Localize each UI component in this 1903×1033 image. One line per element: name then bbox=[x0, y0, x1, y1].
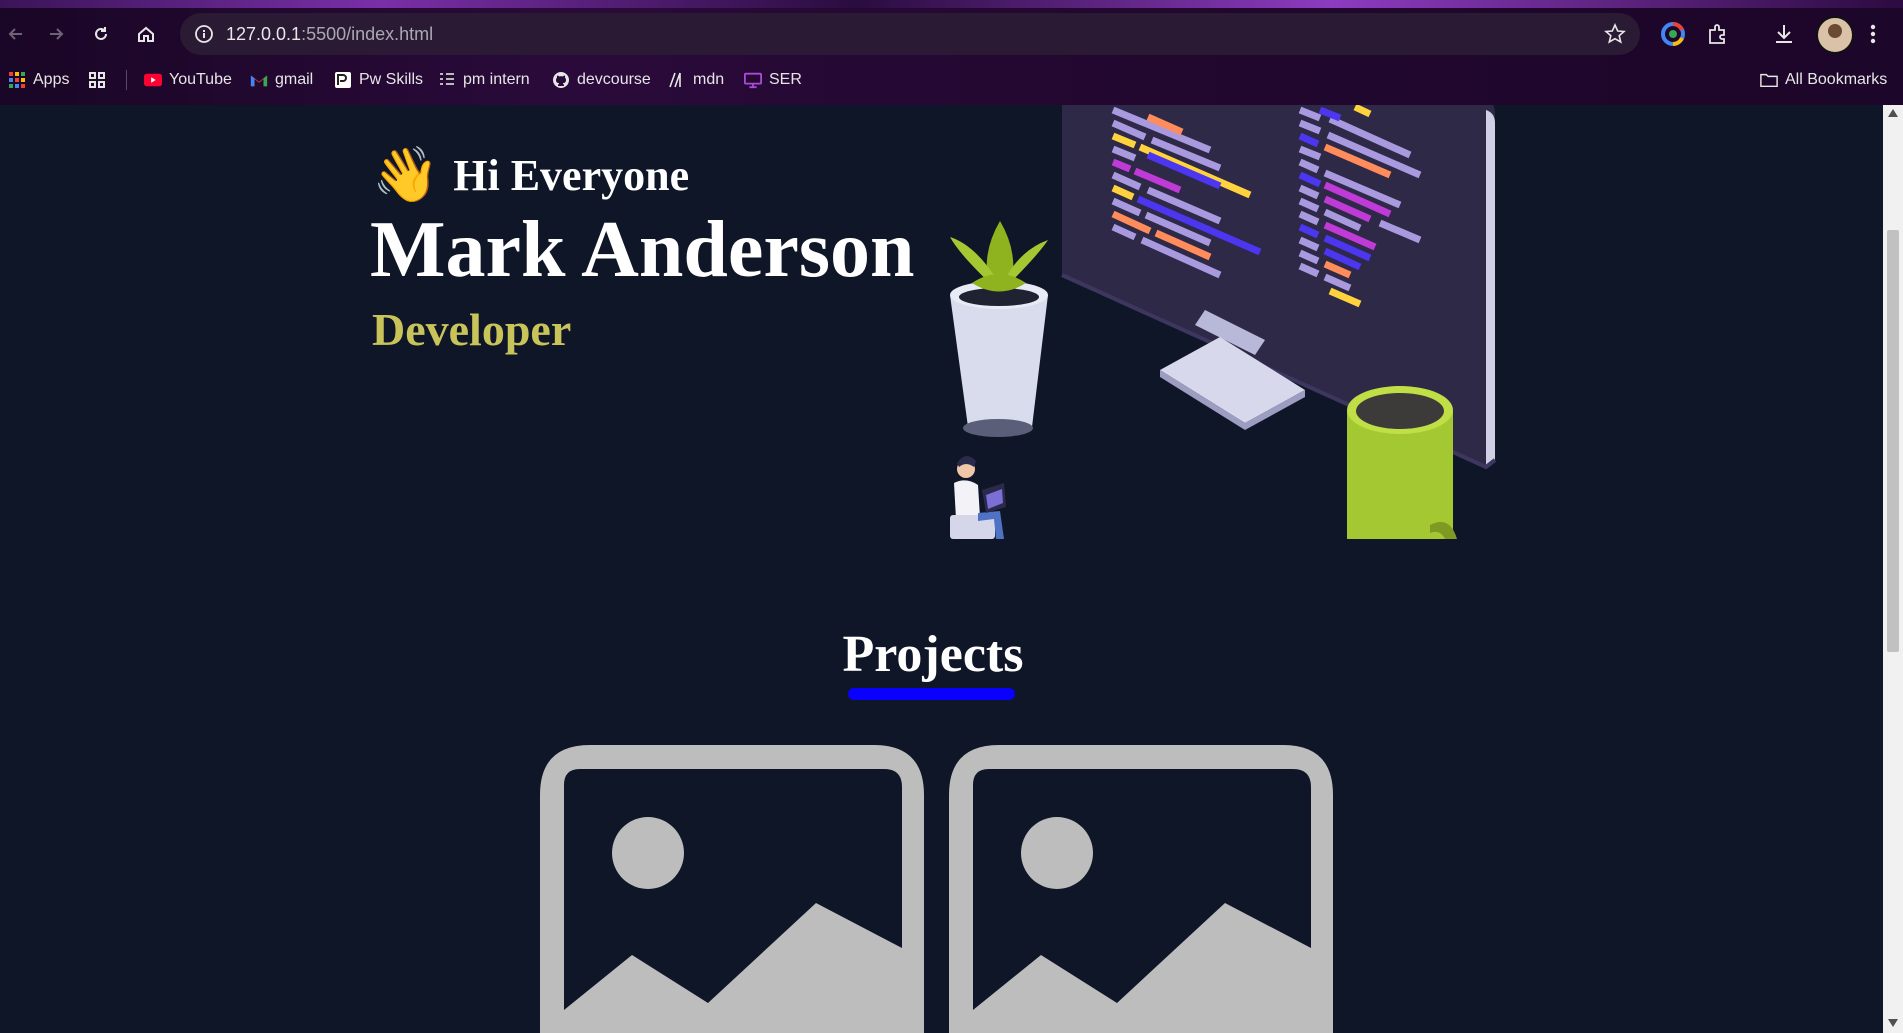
forward-arrow-icon bbox=[50, 28, 64, 40]
developer-illustration bbox=[950, 105, 1497, 539]
image-placeholder-icon bbox=[949, 745, 1333, 1033]
profile-avatar[interactable] bbox=[1816, 16, 1854, 54]
extensions-icon[interactable] bbox=[1706, 22, 1730, 46]
forward-button[interactable] bbox=[40, 18, 72, 50]
projects-heading: Projects bbox=[842, 626, 1024, 683]
reload-button[interactable] bbox=[85, 18, 117, 50]
browser-chrome: 127.0.0.1:5500/index.html Apps YouTube g… bbox=[0, 0, 1903, 105]
bookmark-label: Pw Skills bbox=[359, 71, 424, 88]
download-icon[interactable] bbox=[1772, 22, 1796, 46]
project-card-2[interactable] bbox=[949, 745, 1333, 1033]
reload-icon bbox=[95, 27, 107, 40]
bookmark-ser[interactable]: SER bbox=[744, 62, 802, 98]
bookmarks-divider bbox=[126, 70, 127, 90]
page-scrollbar[interactable] bbox=[1883, 105, 1903, 1033]
home-icon bbox=[138, 26, 154, 42]
greeting-text: Hi Everyone bbox=[453, 150, 690, 200]
tab-strip bbox=[0, 0, 1903, 8]
hero-greeting: 👋 Hi Everyone bbox=[372, 143, 690, 206]
coffee-mug-illustration bbox=[1347, 386, 1457, 539]
bookmark-label: mdn bbox=[693, 71, 725, 88]
bookmarks-bar: Apps YouTube gmail Pw Skills pm intern d… bbox=[0, 62, 1903, 98]
person-illustration bbox=[950, 455, 1006, 539]
url-text[interactable]: 127.0.0.1:5500/index.html bbox=[226, 13, 433, 55]
hero-name: Mark Anderson bbox=[370, 206, 915, 294]
back-button[interactable] bbox=[0, 18, 32, 50]
bookmark-pm-intern[interactable]: pm intern bbox=[438, 62, 530, 98]
bookmark-label: Apps bbox=[33, 71, 70, 88]
pm-intern-icon bbox=[440, 73, 454, 85]
bookmark-mdn[interactable]: mdn bbox=[668, 62, 724, 98]
folder-icon bbox=[1760, 73, 1778, 88]
project-card-1[interactable] bbox=[540, 745, 924, 1033]
bookmark-label: YouTube bbox=[169, 71, 232, 88]
all-bookmarks-label: All Bookmarks bbox=[1785, 71, 1888, 88]
bookmark-devcourse[interactable]: devcourse bbox=[552, 62, 651, 98]
url-path: :5500/index.html bbox=[301, 24, 434, 44]
scrollbar-thumb[interactable] bbox=[1887, 230, 1899, 652]
gmail-icon bbox=[250, 75, 268, 87]
hero-role: Developer bbox=[372, 304, 572, 355]
back-arrow-icon bbox=[8, 28, 22, 40]
bookmark-label: SER bbox=[769, 71, 802, 88]
waving-hand-icon: 👋 bbox=[372, 143, 440, 206]
ser-icon bbox=[744, 72, 762, 89]
all-bookmarks[interactable]: All Bookmarks bbox=[1760, 62, 1887, 98]
site-info-icon[interactable] bbox=[194, 24, 214, 44]
scroll-up-icon[interactable] bbox=[1888, 109, 1898, 117]
chrome-lens-icon[interactable] bbox=[1660, 21, 1686, 47]
bookmark-star-icon[interactable] bbox=[1604, 23, 1626, 45]
bookmark-label: pm intern bbox=[463, 71, 530, 88]
url-host: 127.0.0.1 bbox=[226, 24, 302, 44]
plant-illustration bbox=[950, 221, 1048, 437]
home-button[interactable] bbox=[130, 18, 162, 50]
bookmark-pw-skills[interactable]: Pw Skills bbox=[334, 62, 423, 98]
bookmark-gmail[interactable]: gmail bbox=[250, 62, 313, 98]
apps-grid-icon bbox=[9, 72, 25, 88]
projects-heading-underline bbox=[848, 688, 1015, 700]
bookmark-label: devcourse bbox=[577, 71, 651, 88]
mdn-icon bbox=[669, 72, 681, 88]
bookmark-tab-groups[interactable] bbox=[88, 62, 106, 98]
bookmark-apps[interactable]: Apps bbox=[8, 62, 69, 98]
pw-skills-icon bbox=[335, 72, 351, 88]
address-bar[interactable]: 127.0.0.1:5500/index.html bbox=[180, 13, 1640, 55]
tab-groups-icon bbox=[89, 72, 105, 88]
scroll-down-icon[interactable] bbox=[1888, 1019, 1898, 1027]
menu-kebab-icon[interactable] bbox=[1868, 22, 1878, 46]
github-icon bbox=[553, 72, 569, 88]
bookmark-label: gmail bbox=[275, 71, 314, 88]
youtube-icon bbox=[144, 73, 162, 87]
bookmark-youtube[interactable]: YouTube bbox=[144, 62, 232, 98]
page-viewport: 👋 Hi Everyone Mark Anderson Developer Pr… bbox=[0, 105, 1883, 1033]
image-placeholder-icon bbox=[540, 745, 924, 1033]
